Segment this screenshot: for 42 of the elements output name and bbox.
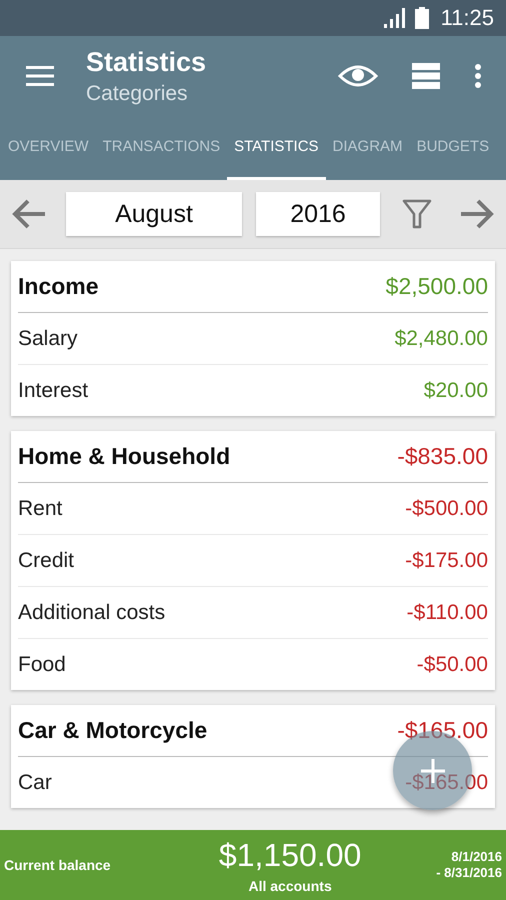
- subcategory-amount: -$50.00: [416, 652, 488, 676]
- period-end: - 8/31/2016: [436, 865, 502, 881]
- accounts-label: All accounts: [247, 878, 333, 894]
- screen-subtitle: Categories: [86, 82, 189, 106]
- more-options-icon[interactable]: [474, 64, 482, 88]
- previous-arrow-icon[interactable]: [12, 199, 46, 229]
- subcategory-amount: -$175.00: [405, 548, 488, 572]
- category-total: -$165.00: [397, 717, 488, 744]
- period-start: 8/1/2016: [450, 849, 502, 865]
- category-name: Car & Motorcycle: [18, 717, 208, 744]
- balance-label: Current balance: [4, 857, 112, 873]
- subcategory-name: Interest: [18, 378, 88, 402]
- menu-icon[interactable]: [26, 66, 54, 86]
- subcategory-amount: -$500.00: [405, 496, 488, 520]
- category-name: Home & Household: [18, 443, 230, 470]
- subcategory-amount: $2,480.00: [394, 326, 488, 350]
- subcategory-name: Salary: [18, 326, 78, 350]
- tab[interactable]: DIAGRAM: [326, 116, 410, 180]
- subcategory-amount: -$110.00: [406, 600, 488, 624]
- clock-time: 11:25: [440, 5, 494, 31]
- subcategory-name: Credit: [18, 548, 74, 572]
- balance-amount: $1,150.00: [218, 836, 362, 874]
- subcategory-name: Car: [18, 770, 52, 794]
- category-name: Income: [18, 273, 99, 300]
- subcategory-name: Additional costs: [18, 600, 166, 624]
- subcategory-name: Rent: [18, 496, 62, 520]
- subcategory-name: Food: [18, 652, 66, 676]
- category-total: $2,500.00: [386, 273, 488, 300]
- subcategory-amount: $20.00: [424, 378, 488, 402]
- next-arrow-icon[interactable]: [460, 199, 494, 229]
- eye-icon[interactable]: [338, 64, 378, 88]
- tab[interactable]: TRANSACTIONS: [96, 116, 228, 180]
- tab[interactable]: OVERVIEW: [0, 116, 96, 180]
- signal-icon: [382, 8, 407, 28]
- year-selector[interactable]: 2016: [256, 192, 380, 236]
- battery-icon: [414, 7, 429, 29]
- tab[interactable]: BUDGETS: [410, 116, 496, 180]
- category-total: -$835.00: [397, 443, 488, 470]
- filter-icon[interactable]: [402, 199, 432, 229]
- month-selector[interactable]: August: [66, 192, 242, 236]
- list-view-icon[interactable]: [412, 63, 440, 89]
- screen-title: Statistics: [86, 46, 208, 78]
